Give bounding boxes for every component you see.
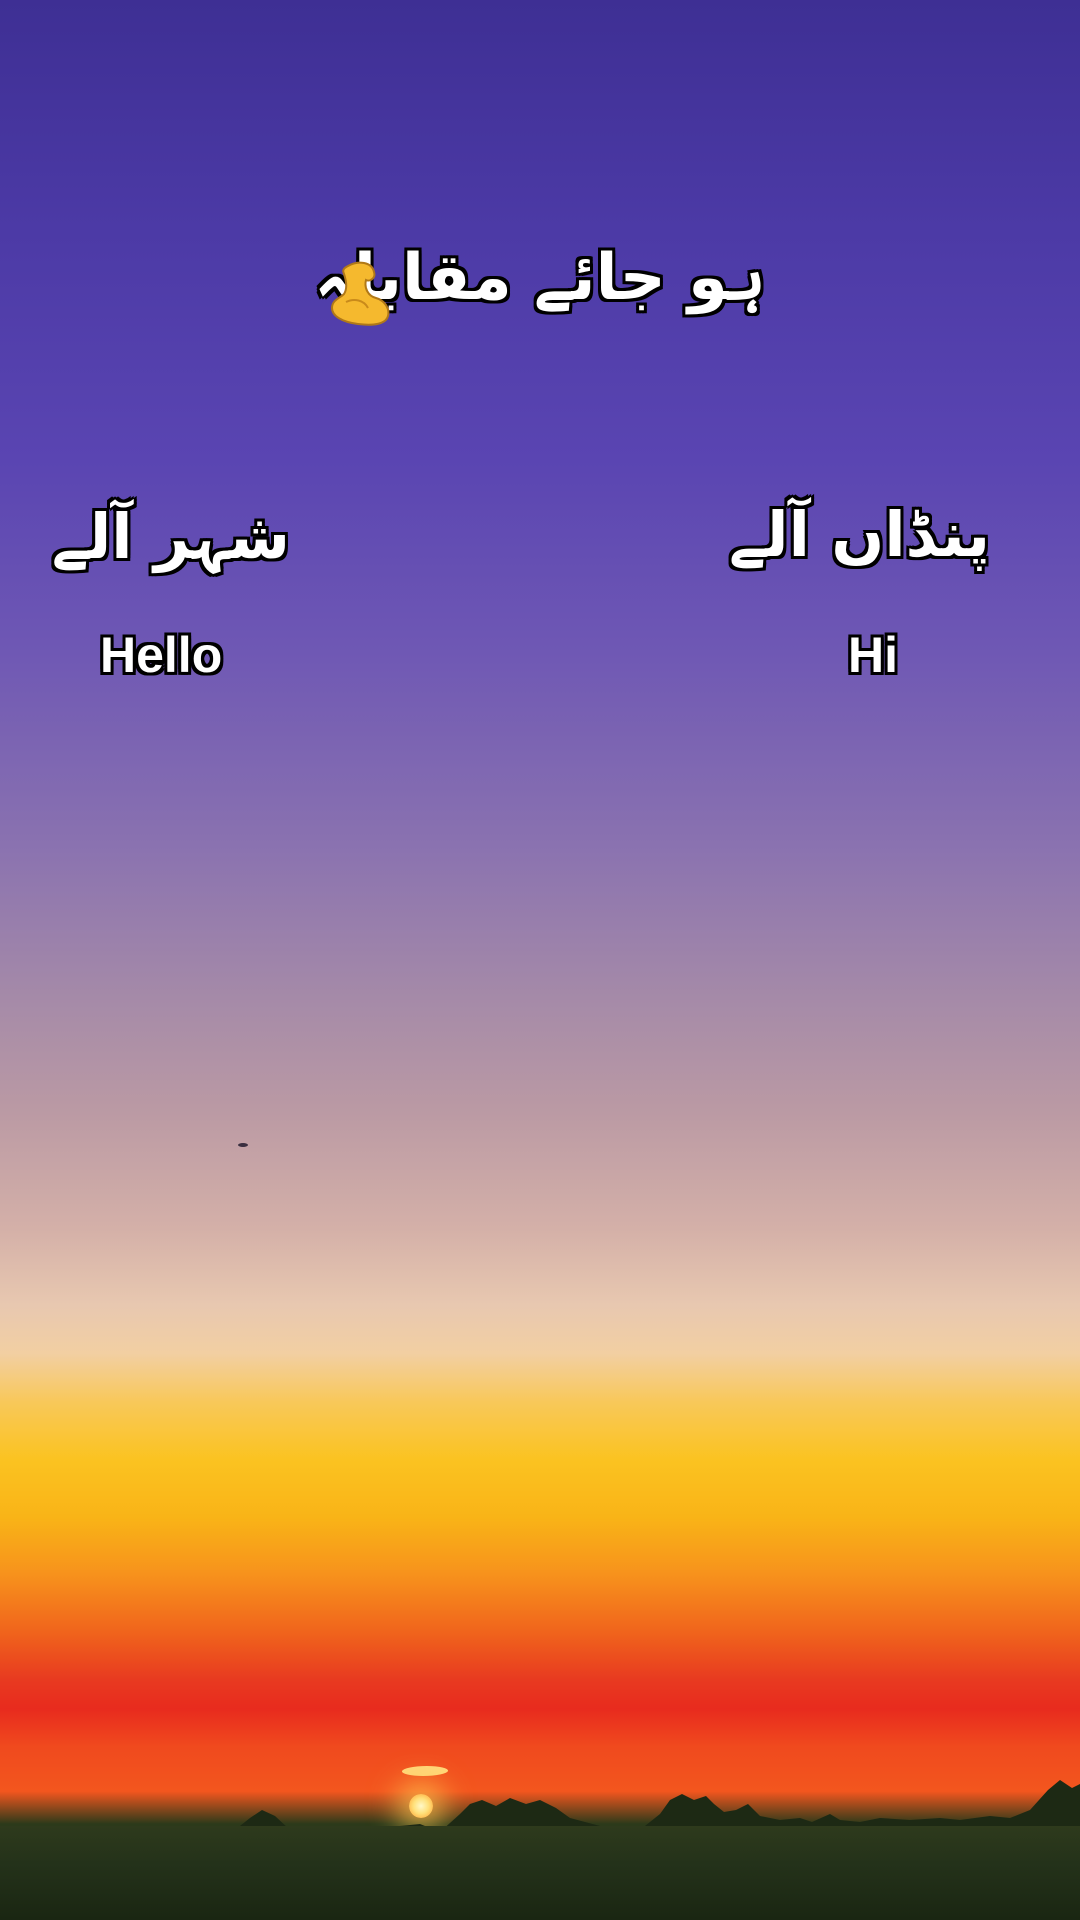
village-label: پنڈاں آلے — [728, 498, 990, 571]
village-greeting: Hi — [848, 627, 898, 683]
city-label: شہر آلے — [51, 500, 290, 573]
bird-silhouette — [238, 1143, 248, 1147]
field-ground — [0, 1826, 1080, 1920]
city-greeting: Hello — [100, 627, 223, 683]
sunset-background: ہو جائے مقابلہ شہر آلے پنڈاں آلے Hello H… — [0, 0, 1080, 1920]
flexed-biceps-icon — [330, 261, 390, 326]
